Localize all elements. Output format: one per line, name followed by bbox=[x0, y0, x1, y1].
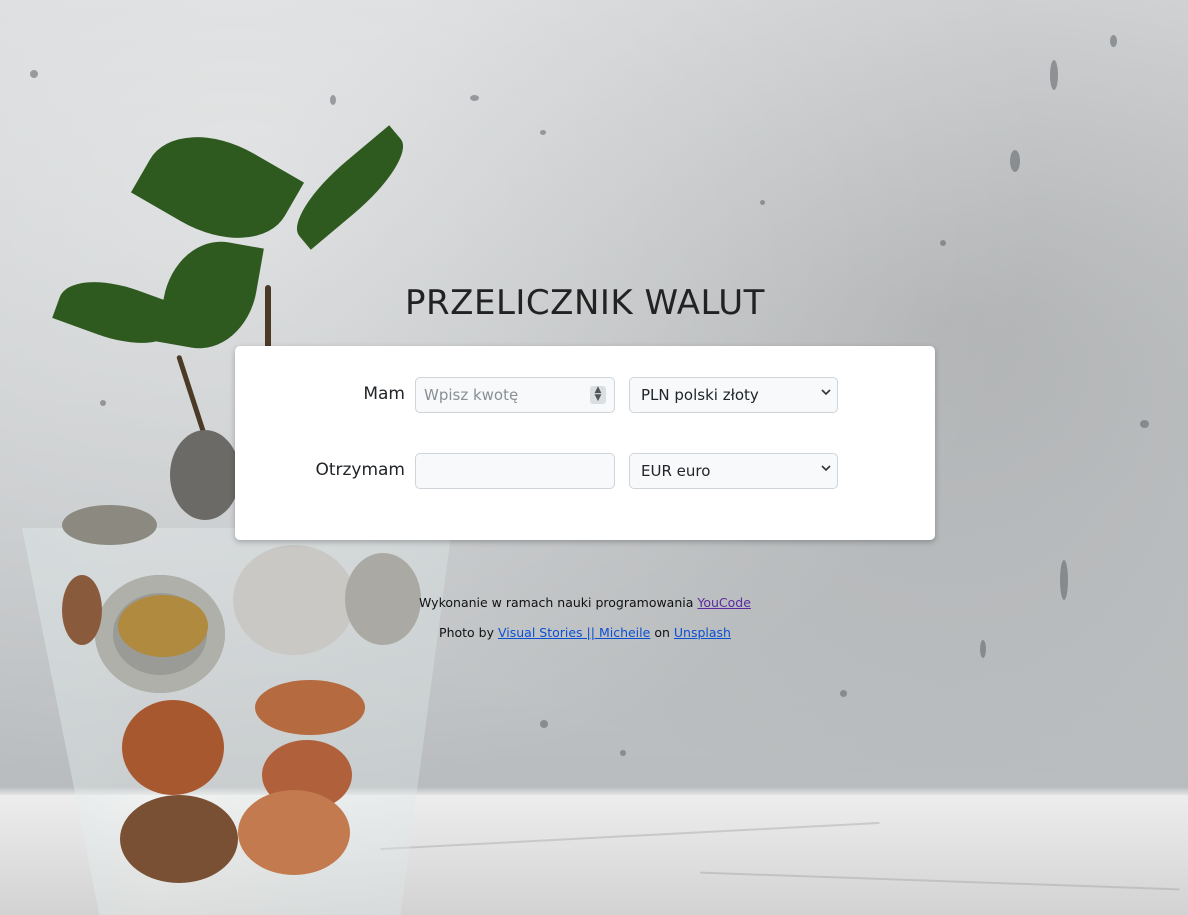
wall-texture bbox=[620, 750, 626, 756]
photo-credits-on: on bbox=[654, 625, 670, 640]
photo-credits-line: Photo by Visual Stories || Micheile on U… bbox=[0, 625, 1170, 640]
coin bbox=[238, 790, 350, 875]
wall-texture bbox=[100, 400, 106, 406]
wall-texture bbox=[1140, 420, 1149, 428]
wall-texture bbox=[1010, 150, 1020, 172]
chevron-down-icon bbox=[821, 389, 831, 396]
number-spinner-icon[interactable]: ▲ ▼ bbox=[590, 386, 606, 404]
wall-texture bbox=[30, 70, 38, 78]
page-title: PRZELICZNIK WALUT bbox=[405, 283, 765, 323]
wall-texture bbox=[980, 640, 986, 658]
wall-texture bbox=[1110, 35, 1117, 47]
receive-label: Otrzymam bbox=[315, 460, 405, 480]
have-label: Mam bbox=[363, 384, 405, 404]
have-amount-input[interactable]: Wpisz kwotę ▲ ▼ bbox=[415, 377, 615, 413]
receive-row: Otrzymam EUR euro bbox=[235, 453, 935, 489]
marble-vein bbox=[380, 821, 880, 851]
unsplash-link[interactable]: Unsplash bbox=[674, 625, 731, 640]
coin bbox=[170, 430, 240, 520]
wall-texture bbox=[940, 240, 946, 246]
youcode-link[interactable]: YouCode bbox=[697, 595, 751, 610]
receive-currency-select[interactable]: EUR euro bbox=[629, 453, 838, 489]
credits-text: Wykonanie w ramach nauki programowania bbox=[419, 595, 694, 610]
have-amount-placeholder: Wpisz kwotę bbox=[424, 386, 519, 404]
plant-leaf bbox=[281, 125, 419, 250]
chevron-down-icon bbox=[821, 465, 831, 472]
marble-vein bbox=[700, 871, 1180, 891]
photo-credits-prefix: Photo by bbox=[439, 625, 494, 640]
credits-line: Wykonanie w ramach nauki programowania Y… bbox=[0, 595, 1170, 610]
wall-texture bbox=[470, 95, 479, 101]
wall-texture bbox=[540, 130, 546, 135]
coin bbox=[120, 795, 238, 883]
wall-texture bbox=[1060, 560, 1068, 600]
converter-card: Mam Wpisz kwotę ▲ ▼ PLN polski złoty Otrz… bbox=[235, 346, 935, 540]
have-row: Mam Wpisz kwotę ▲ ▼ PLN polski złoty bbox=[235, 377, 935, 413]
wall-texture bbox=[1050, 60, 1058, 90]
wall-texture bbox=[330, 95, 336, 105]
coin bbox=[62, 505, 157, 545]
coin bbox=[122, 700, 224, 795]
wall-texture bbox=[840, 690, 847, 697]
wall-texture bbox=[760, 200, 765, 205]
receive-currency-value: EUR euro bbox=[641, 462, 711, 480]
photo-author-link[interactable]: Visual Stories || Micheile bbox=[498, 625, 650, 640]
receive-amount-field[interactable] bbox=[415, 453, 615, 489]
wall-texture bbox=[540, 720, 548, 728]
have-currency-select[interactable]: PLN polski złoty bbox=[629, 377, 838, 413]
coin bbox=[255, 680, 365, 735]
have-currency-value: PLN polski złoty bbox=[641, 386, 759, 404]
